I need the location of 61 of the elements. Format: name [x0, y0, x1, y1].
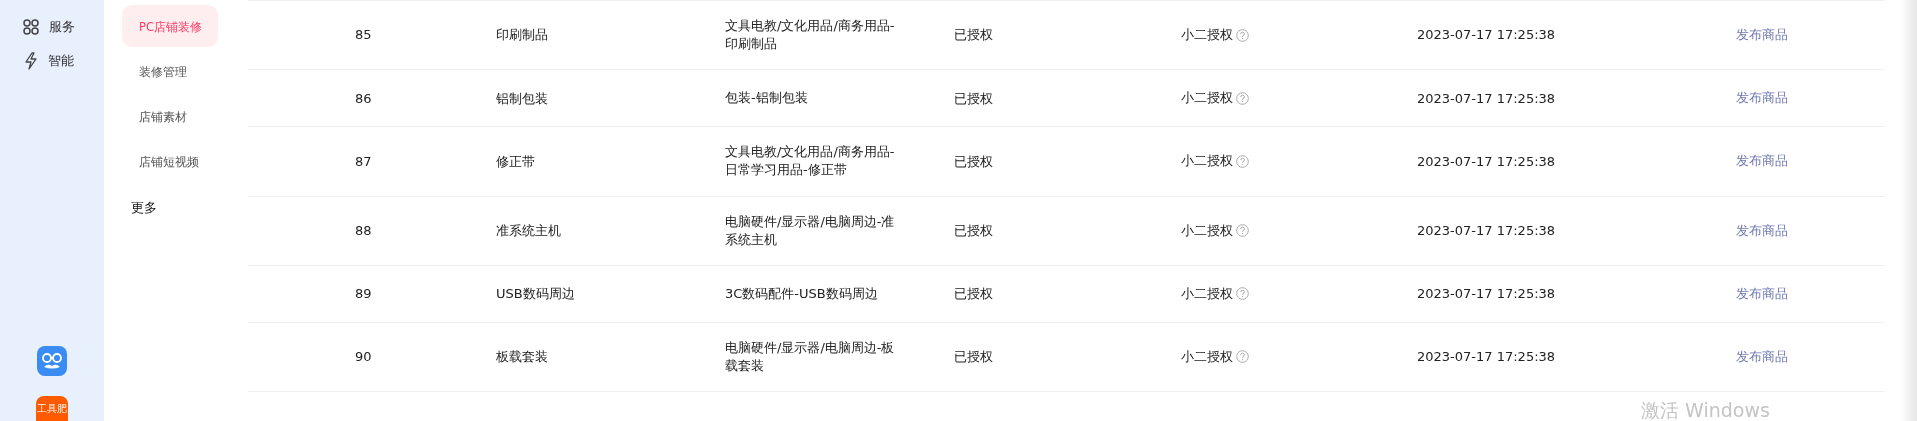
- help-icon: [1236, 350, 1249, 364]
- more-heading[interactable]: 更多: [122, 198, 224, 218]
- table-cell: 86: [355, 90, 372, 106]
- subnav-item[interactable]: 店铺素材: [122, 95, 218, 137]
- scrollbar[interactable]: [1900, 0, 1917, 421]
- rail-item-label[interactable]: 智能: [48, 51, 74, 71]
- table-cell: 小二授权: [1181, 284, 1233, 303]
- table-cell: 印刷制品: [496, 27, 548, 43]
- table-cell: 2023-07-17 17:25:38: [1417, 90, 1556, 106]
- table-cell: 已授权: [954, 153, 993, 169]
- table-cell: 小二授权: [1181, 221, 1233, 240]
- table-cell: 2023-07-17 17:25:38: [1417, 27, 1556, 43]
- table-cell: 已授权: [954, 90, 993, 106]
- subnav-item[interactable]: 店铺短视频: [122, 140, 218, 182]
- table-cell: 小二授权: [1181, 26, 1233, 45]
- subnav-item[interactable]: 装修管理: [122, 50, 218, 92]
- table-cell-text: 文具电教/文化用品/商务用品-印刷制品: [725, 17, 896, 54]
- table-cell-text: 电脑硬件/显示器/电脑周边-准系统主机: [725, 212, 896, 249]
- table-cell: 2023-07-17 17:25:38: [1417, 286, 1556, 301]
- help-icon: [1236, 91, 1249, 105]
- help-icon: [1236, 154, 1249, 168]
- table-cell: 板载套装: [496, 349, 548, 365]
- table-cell: 88: [355, 222, 372, 238]
- publish-link[interactable]: 发布商品: [1736, 27, 1788, 43]
- table-cell: 小二授权: [1181, 347, 1233, 366]
- table-cell: 准系统主机: [496, 222, 561, 238]
- table-cell: 2023-07-17 17:25:38: [1417, 153, 1556, 169]
- subnav-item[interactable]: PC店铺装修: [122, 5, 218, 47]
- table-cell: 修正带: [496, 153, 535, 169]
- table-cell: 已授权: [954, 349, 993, 365]
- help-icon: [1236, 287, 1249, 301]
- publish-link[interactable]: 发布商品: [1736, 285, 1788, 301]
- table-cell: 已授权: [954, 222, 993, 238]
- table-cell-text: 包装-铝制包装: [725, 89, 809, 108]
- activation-notice: 激活 Windows: [1641, 398, 1770, 421]
- table-cell-text: 文具电教/文化用品/商务用品-日常学习用品-修正带: [725, 143, 896, 180]
- table-cell: 2023-07-17 17:25:38: [1417, 349, 1556, 365]
- app-badge[interactable]: 工具肥: [36, 396, 68, 421]
- publish-link[interactable]: 发布商品: [1736, 90, 1788, 106]
- table-cell: 87: [355, 153, 372, 169]
- table-cell-text: 3C数码配件-USB数码周边: [725, 284, 879, 303]
- glasses-app-icon: [37, 346, 67, 376]
- table-cell: USB数码周边: [496, 286, 575, 301]
- table-cell: 90: [355, 349, 372, 365]
- lightning-icon: [24, 52, 38, 70]
- publish-link[interactable]: 发布商品: [1736, 348, 1788, 364]
- table-cell: 85: [355, 27, 372, 43]
- help-icon: [1236, 28, 1249, 42]
- table-cell: 小二授权: [1181, 89, 1233, 108]
- table-cell: 已授权: [954, 27, 993, 43]
- publish-link[interactable]: 发布商品: [1736, 222, 1788, 238]
- table-cell: 89: [355, 286, 372, 301]
- rail-item-label[interactable]: 服务: [49, 17, 75, 37]
- publish-link[interactable]: 发布商品: [1736, 153, 1788, 169]
- table-cell: 小二授权: [1181, 152, 1233, 171]
- help-icon: [1236, 224, 1249, 238]
- table-cell-text: 电脑硬件/显示器/电脑周边-板载套装: [725, 338, 896, 375]
- table-cell: 已授权: [954, 286, 993, 301]
- grid-icon: [23, 19, 39, 35]
- table-cell: 铝制包装: [496, 90, 548, 106]
- table-cell: 2023-07-17 17:25:38: [1417, 222, 1556, 238]
